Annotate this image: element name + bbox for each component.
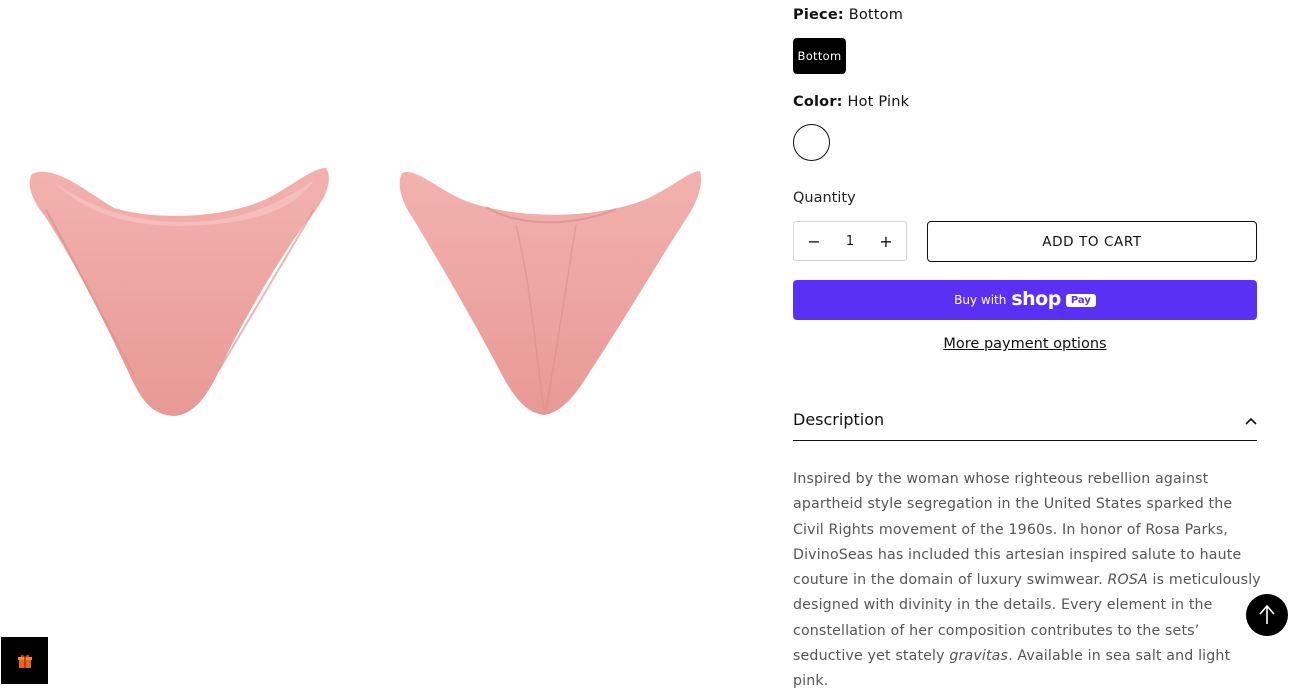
description-intro: Inspired by the woman whose righteous re…	[793, 471, 1242, 589]
description-body: Inspired by the woman whose righteous re…	[793, 467, 1263, 694]
product-image-front[interactable]	[24, 160, 334, 422]
gift-button[interactable]	[1, 637, 48, 684]
add-to-cart-button[interactable]: ADD TO CART	[927, 221, 1257, 262]
piece-label: Piece: Bottom	[793, 7, 903, 23]
color-swatch-hot-pink[interactable]	[793, 124, 830, 161]
product-gallery	[0, 0, 760, 694]
description-rosa: ROSA	[1107, 572, 1148, 589]
description-title: Description	[793, 410, 885, 429]
description-text: Inspired by the woman whose righteous re…	[793, 467, 1263, 694]
shop-pay-badge: Pay	[1065, 293, 1096, 307]
shop-pay-prefix: Buy with	[954, 293, 1007, 307]
color-label-key: Color:	[793, 94, 843, 110]
shop-pay-button[interactable]: Buy with shop Pay	[793, 280, 1257, 320]
chevron-up-icon	[1245, 417, 1257, 425]
more-payment-options-link[interactable]: More payment options	[793, 336, 1257, 352]
gift-icon	[17, 654, 32, 668]
color-selected-value: Hot Pink	[847, 94, 910, 110]
quantity-label: Quantity	[793, 190, 856, 206]
quantity-decrease-button[interactable]: −	[806, 232, 822, 251]
quantity-increase-button[interactable]: +	[878, 232, 894, 251]
quantity-input[interactable]: 1	[835, 234, 865, 249]
arrow-up-icon	[1259, 604, 1275, 624]
piece-selected-value: Bottom	[848, 7, 904, 23]
product-page: Piece: Bottom Bottom Color: Hot Pink Qua…	[0, 0, 1292, 694]
description-accordion-toggle[interactable]: Description	[793, 400, 1257, 441]
shop-pay-logo: shop	[1011, 288, 1061, 310]
quantity-stepper: − 1 +	[793, 221, 907, 261]
product-image-back[interactable]	[396, 165, 706, 420]
piece-label-key: Piece:	[793, 7, 844, 23]
back-to-top-button[interactable]	[1246, 594, 1288, 636]
description-gravitas: gravitas	[949, 648, 1009, 665]
piece-option-bottom[interactable]: Bottom	[793, 38, 846, 74]
color-label: Color: Hot Pink	[793, 94, 909, 110]
